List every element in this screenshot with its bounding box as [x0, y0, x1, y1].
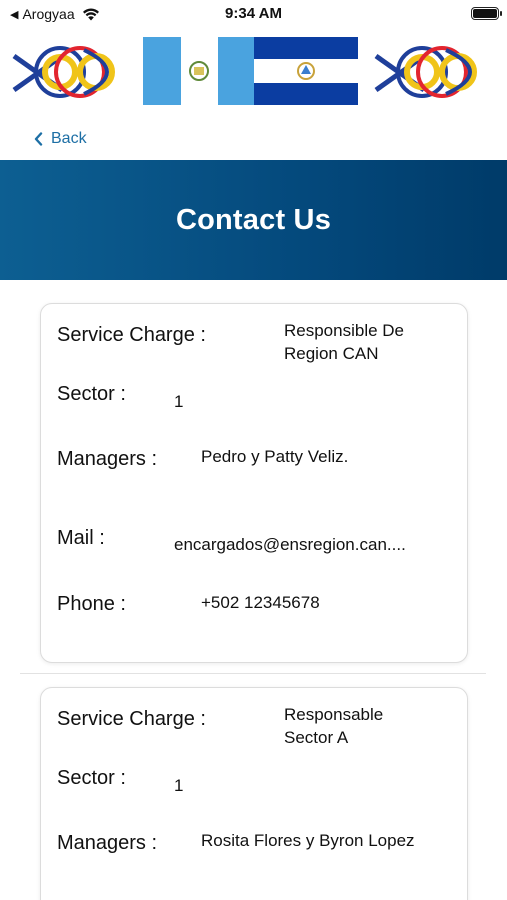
contact-card: Service Charge : Responsable Sector A Se…	[40, 687, 468, 900]
contact-card: Service Charge : Responsible De Region C…	[40, 303, 468, 663]
managers-value: Rosita Flores y Byron Lopez	[201, 831, 415, 850]
battery-icon	[471, 7, 502, 20]
service-charge-label: Service Charge :	[57, 324, 206, 346]
sector-label: Sector :	[57, 767, 126, 789]
service-charge-label: Service Charge :	[57, 708, 206, 730]
back-button-label: Back	[51, 130, 87, 147]
el-salvador-flag	[254, 37, 358, 105]
service-charge-value: Responsable Sector A	[284, 705, 384, 747]
right-rings-logo	[374, 46, 477, 98]
managers-value: Pedro y Patty Veliz.	[201, 447, 349, 466]
guatemala-flag	[143, 37, 254, 105]
managers-label: Managers :	[57, 832, 158, 854]
status-bar: ◀ Arogyaa 9:34 AM	[0, 0, 507, 30]
card-divider	[20, 673, 486, 674]
page-title: Contact Us	[175, 203, 332, 236]
phone-value[interactable]: +502 12345678	[201, 591, 320, 614]
contacts-list[interactable]: Service Charge : Responsible De Region C…	[0, 280, 507, 900]
mail-label: Mail :	[57, 527, 105, 549]
chevron-left-icon	[34, 132, 43, 146]
sector-value: 1	[174, 392, 184, 411]
back-button[interactable]: Back	[34, 130, 87, 148]
managers-label: Managers :	[57, 448, 158, 470]
service-charge-value: Responsible De Region CAN	[284, 321, 405, 363]
status-time: 9:34 AM	[225, 5, 282, 22]
flags-banner	[12, 37, 477, 105]
sector-value: 1	[174, 776, 184, 795]
sector-label: Sector :	[57, 383, 126, 405]
mail-value[interactable]: encargados@ensregion.can....	[174, 533, 406, 556]
phone-label: Phone :	[57, 593, 126, 615]
page-header: Contact Us	[0, 160, 507, 280]
left-rings-logo	[12, 46, 115, 98]
